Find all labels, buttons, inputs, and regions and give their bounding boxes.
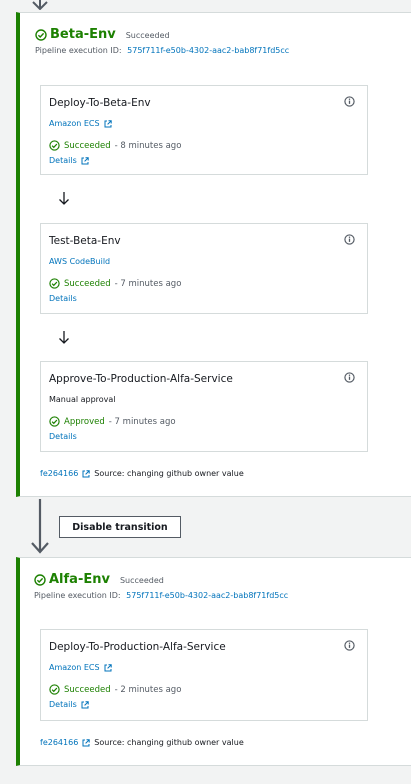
action-status: Succeeded xyxy=(64,684,111,695)
action-status-row: Approved - 7 minutes ago xyxy=(49,416,176,427)
external-link-icon[interactable] xyxy=(82,469,90,478)
stage-name: Beta-Env xyxy=(50,27,116,42)
check-circle-icon xyxy=(49,278,60,289)
source-revision-row: fe264166 Source: changing github owner v… xyxy=(40,738,244,747)
provider-label: AWS CodeBuild xyxy=(49,257,111,266)
action-name: Approve-To-Production-Alfa-Service xyxy=(49,373,233,385)
stage-beta-env: Beta-Env Succeeded Pipeline execution ID… xyxy=(16,12,411,497)
action-status: Succeeded xyxy=(64,140,111,151)
check-circle-icon xyxy=(35,28,47,41)
info-icon[interactable] xyxy=(344,372,355,383)
action-name: Test-Beta-Env xyxy=(49,235,121,247)
details-label: Details xyxy=(49,700,77,709)
details-link[interactable]: Details xyxy=(49,294,77,303)
down-arrow-icon xyxy=(59,192,69,205)
details-label: Details xyxy=(49,432,77,441)
check-circle-icon xyxy=(49,140,60,151)
execution-id-row: Pipeline execution ID: 575f711f-e50b-430… xyxy=(34,591,288,600)
provider-label: Amazon ECS xyxy=(49,119,100,128)
external-link-icon xyxy=(104,663,112,671)
disable-transition-button[interactable]: Disable transition xyxy=(59,516,181,538)
action-status: Succeeded xyxy=(64,278,111,289)
provider-text: Manual approval xyxy=(49,395,116,404)
execution-id-link[interactable]: 575f711f-e50b-4302-aac2-bab8f71fd5cc xyxy=(126,591,288,600)
external-link-icon[interactable] xyxy=(82,738,90,747)
check-circle-icon xyxy=(49,684,60,695)
external-link-icon xyxy=(81,156,89,164)
provider-label: Amazon ECS xyxy=(49,663,100,672)
info-icon[interactable] xyxy=(344,234,355,245)
action-card-approve-to-production: Approve-To-Production-Alfa-Service Manua… xyxy=(40,361,368,452)
stage-status: Succeeded xyxy=(119,576,164,585)
action-name: Deploy-To-Production-Alfa-Service xyxy=(49,641,226,653)
execution-id-row: Pipeline execution ID: 575f711f-e50b-430… xyxy=(35,46,289,55)
check-circle-icon xyxy=(34,573,46,586)
source-message: Source: changing github owner value xyxy=(94,469,244,478)
action-time: - 8 minutes ago xyxy=(114,140,182,151)
transition-arrow xyxy=(31,499,49,554)
stage-name: Alfa-Env xyxy=(49,572,110,587)
down-arrow-icon xyxy=(59,331,69,344)
source-message: Source: changing github owner value xyxy=(94,738,244,747)
action-status-row: Succeeded - 8 minutes ago xyxy=(49,140,181,151)
action-name: Deploy-To-Beta-Env xyxy=(49,97,151,109)
provider-link[interactable]: AWS CodeBuild xyxy=(49,257,110,266)
external-link-icon xyxy=(81,700,89,708)
provider-link[interactable]: Amazon ECS xyxy=(49,663,112,672)
stage-title-row: Alfa-Env Succeeded xyxy=(34,572,164,587)
incoming-transition-arrow xyxy=(32,0,48,10)
stage-alfa-env: Alfa-Env Succeeded Pipeline execution ID… xyxy=(16,557,411,766)
provider-link[interactable]: Amazon ECS xyxy=(49,119,112,128)
action-card-deploy-to-production-alfa: Deploy-To-Production-Alfa-Service Amazon… xyxy=(40,629,368,721)
check-circle-icon xyxy=(49,416,60,427)
action-card-deploy-to-beta-env: Deploy-To-Beta-Env Amazon ECS Succeeded … xyxy=(40,85,368,175)
action-status-row: Succeeded - 2 minutes ago xyxy=(49,684,181,695)
details-link[interactable]: Details xyxy=(49,432,77,441)
details-label: Details xyxy=(49,294,77,303)
commit-link[interactable]: fe264166 xyxy=(40,469,78,478)
action-time: - 7 minutes ago xyxy=(114,278,182,289)
execution-id-label: Pipeline execution ID: xyxy=(34,591,121,600)
details-link[interactable]: Details xyxy=(49,700,89,709)
provider-label: Manual approval xyxy=(49,395,116,404)
stage-status: Succeeded xyxy=(125,31,170,40)
info-icon[interactable] xyxy=(344,640,355,651)
action-time: - 2 minutes ago xyxy=(114,684,182,695)
commit-link[interactable]: fe264166 xyxy=(40,738,78,747)
stage-title-row: Beta-Env Succeeded xyxy=(35,27,170,42)
execution-id-link[interactable]: 575f711f-e50b-4302-aac2-bab8f71fd5cc xyxy=(127,46,289,55)
action-card-test-beta-env: Test-Beta-Env AWS CodeBuild Succeeded - … xyxy=(40,223,368,314)
action-status: Approved xyxy=(64,416,105,427)
info-icon[interactable] xyxy=(344,96,355,107)
details-link[interactable]: Details xyxy=(49,156,89,165)
source-revision-row: fe264166 Source: changing github owner v… xyxy=(40,469,244,478)
details-label: Details xyxy=(49,156,77,165)
action-status-row: Succeeded - 7 minutes ago xyxy=(49,278,181,289)
external-link-icon xyxy=(104,119,112,127)
execution-id-label: Pipeline execution ID: xyxy=(35,46,122,55)
action-time: - 7 minutes ago xyxy=(108,416,176,427)
